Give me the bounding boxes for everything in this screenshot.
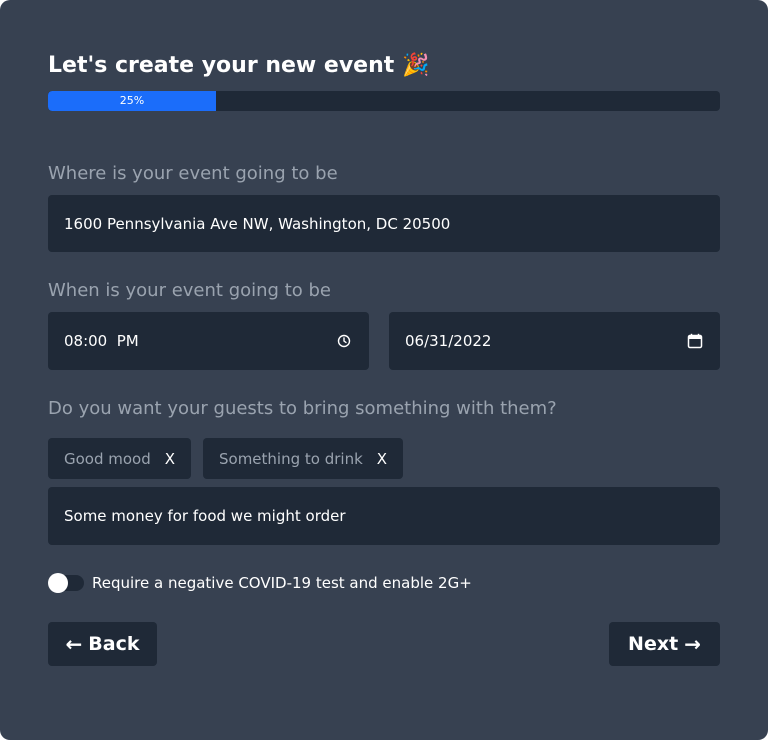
tag-good-mood: Good mood X bbox=[48, 438, 192, 479]
back-button-label: Back bbox=[88, 633, 140, 655]
time-input[interactable]: 08:00 PM bbox=[48, 312, 369, 370]
tag-label: Something to drink bbox=[219, 449, 363, 468]
toggle-knob bbox=[48, 573, 68, 593]
covid-toggle-label: Require a negative COVID-19 test and ena… bbox=[92, 574, 472, 592]
arrow-right-icon: → bbox=[684, 632, 701, 656]
location-input[interactable]: 1600 Pennsylvania Ave NW, Washington, DC… bbox=[48, 195, 720, 252]
tag-remove-button[interactable]: X bbox=[377, 450, 387, 468]
location-label: Where is your event going to be bbox=[48, 163, 338, 184]
progress-bar: 25% bbox=[48, 91, 720, 111]
date-input-value: 06/31/2022 bbox=[405, 332, 492, 350]
bring-label: Do you want your guests to bring somethi… bbox=[48, 398, 557, 419]
party-popper-icon: 🎉 bbox=[402, 53, 430, 78]
calendar-icon[interactable] bbox=[686, 332, 704, 350]
page-title: Let's create your new event 🎉 bbox=[48, 52, 430, 80]
bring-input[interactable]: Some money for food we might order bbox=[48, 487, 720, 545]
progress-label: 25% bbox=[119, 94, 145, 107]
when-label: When is your event going to be bbox=[48, 280, 331, 301]
date-input[interactable]: 06/31/2022 bbox=[389, 312, 720, 370]
tag-label: Good mood bbox=[64, 449, 151, 468]
tag-remove-button[interactable]: X bbox=[165, 450, 175, 468]
arrow-left-icon: ← bbox=[65, 632, 83, 656]
back-button[interactable]: ← Back bbox=[48, 622, 157, 666]
progress-bar-fill: 25% bbox=[48, 91, 216, 111]
event-wizard-card: Let's create your new event 🎉 25% Where i… bbox=[0, 0, 768, 740]
next-button[interactable]: Next → bbox=[609, 622, 720, 666]
bring-input-value: Some money for food we might order bbox=[64, 507, 346, 525]
page-title-text: Let's create your new event bbox=[48, 53, 395, 78]
next-button-label: Next bbox=[628, 633, 679, 655]
covid-toggle-row: Require a negative COVID-19 test and ena… bbox=[48, 571, 472, 595]
covid-toggle[interactable] bbox=[48, 573, 84, 593]
time-input-value: 08:00 PM bbox=[64, 332, 139, 350]
tag-something-to-drink: Something to drink X bbox=[203, 438, 404, 479]
location-input-value: 1600 Pennsylvania Ave NW, Washington, DC… bbox=[64, 214, 451, 233]
clock-icon[interactable] bbox=[335, 332, 353, 350]
